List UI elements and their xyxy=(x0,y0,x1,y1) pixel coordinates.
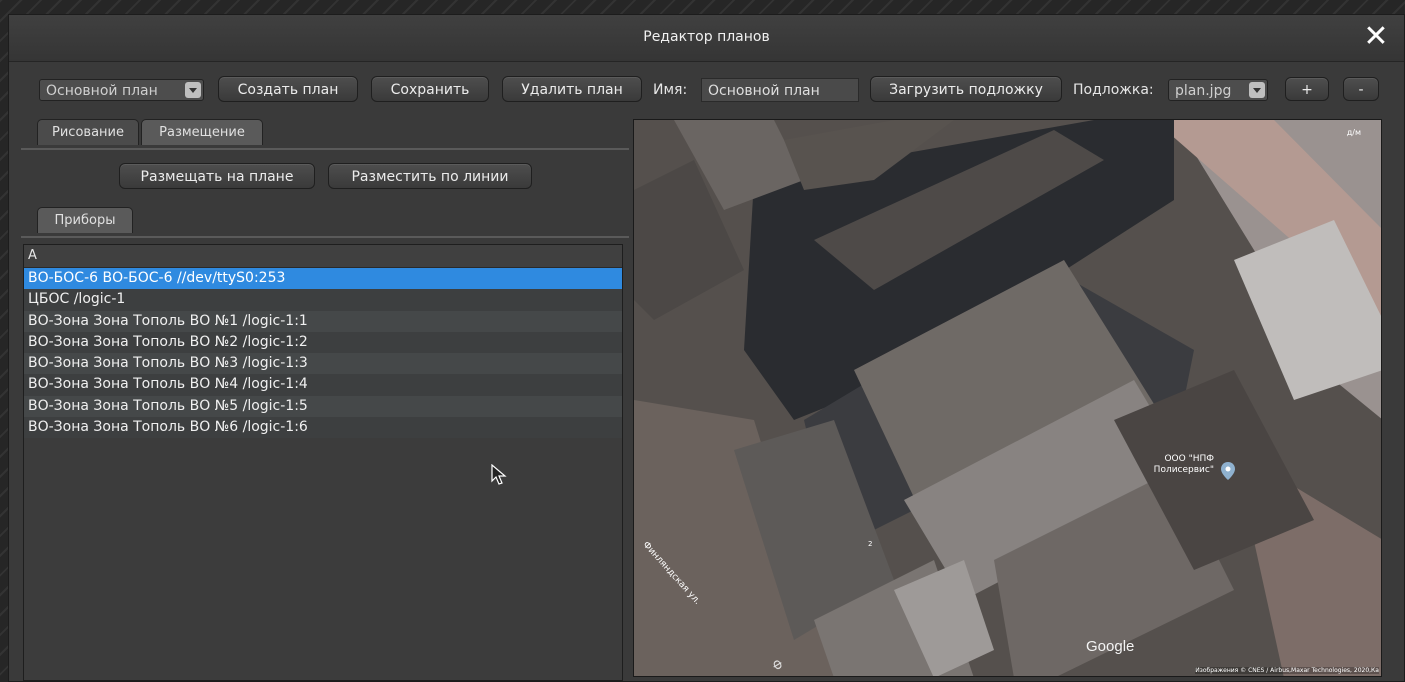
list-item[interactable]: ВО-Зона Зона Тополь ВО №3 /logic-1:3 xyxy=(24,353,622,375)
background-select[interactable]: plan.jpg xyxy=(1168,79,1268,101)
plan-select[interactable]: Основной план xyxy=(39,79,204,101)
place-on-plan-button[interactable]: Размещать на плане xyxy=(119,163,315,189)
poi-label-line: ООО "НПФ xyxy=(1164,454,1214,464)
poi-label: ООО "НПФ Полисервис" xyxy=(1134,454,1214,476)
map-number-label: 2 xyxy=(868,540,873,548)
list-item[interactable]: ВО-Зона Зона Тополь ВО №6 /logic-1:6 xyxy=(24,417,622,439)
list-column-header[interactable]: A xyxy=(24,245,622,268)
plan-canvas[interactable]: д/м ООО "НПФ Полисервис" Финляндская ул.… xyxy=(633,119,1382,677)
list-item[interactable]: ВО-Зона Зона Тополь ВО №4 /logic-1:4 xyxy=(24,374,622,396)
map-label: д/м xyxy=(1346,128,1361,137)
google-logo: Google xyxy=(1086,638,1135,655)
chevron-down-icon xyxy=(185,82,201,98)
tab-divider xyxy=(21,148,629,150)
save-button[interactable]: Сохранить xyxy=(371,76,489,102)
plan-select-value: Основной план xyxy=(46,83,158,99)
list-item[interactable]: ЦБОС /logic-1 xyxy=(24,289,622,311)
tab-devices[interactable]: Приборы xyxy=(37,207,133,233)
tab-placement[interactable]: Размещение xyxy=(141,119,263,145)
left-panel: Рисование Размещение Размещать на плане … xyxy=(21,119,629,681)
poi-label-line: Полисервис" xyxy=(1153,465,1214,475)
list-item[interactable]: ВО-БОС-6 ВО-БОС-6 //dev/ttyS0:253 xyxy=(24,268,622,290)
map-attribution: Изображения © CNES / Airbus,Maxar Techno… xyxy=(1195,667,1379,674)
plan-editor-window: Редактор планов ✕ Основной план Создать … xyxy=(8,14,1405,682)
window-title: Редактор планов xyxy=(643,29,770,45)
title-bar: Редактор планов ✕ xyxy=(9,15,1404,62)
tab-divider xyxy=(21,236,629,238)
satellite-background-image xyxy=(634,120,1381,676)
list-item[interactable]: ВО-Зона Зона Тополь ВО №2 /logic-1:2 xyxy=(24,331,622,354)
name-field[interactable]: Основной план xyxy=(701,78,859,102)
device-list: A ВО-БОС-6 ВО-БОС-6 //dev/ttyS0:253 ЦБОС… xyxy=(23,244,623,681)
zoom-in-button[interactable]: + xyxy=(1285,77,1329,101)
delete-plan-button[interactable]: Удалить план xyxy=(502,76,642,102)
load-background-button[interactable]: Загрузить подложку xyxy=(870,76,1062,102)
background-label: Подложка: xyxy=(1073,82,1154,98)
create-plan-button[interactable]: Создать план xyxy=(218,76,358,102)
zoom-out-button[interactable]: - xyxy=(1343,77,1379,101)
place-along-line-button[interactable]: Разместить по линии xyxy=(328,163,532,189)
close-icon[interactable]: ✕ xyxy=(1362,22,1390,52)
name-label: Имя: xyxy=(653,82,688,98)
tab-drawing[interactable]: Рисование xyxy=(37,119,139,145)
chevron-down-icon xyxy=(1249,82,1265,98)
mouse-cursor-icon xyxy=(491,464,507,485)
list-item[interactable]: ВО-Зона Зона Тополь ВО №1 /logic-1:1 xyxy=(24,310,622,332)
toolbar: Основной план Создать план Сохранить Уда… xyxy=(9,61,1404,111)
list-item[interactable]: ВО-Зона Зона Тополь ВО №5 /logic-1:5 xyxy=(24,395,622,418)
background-select-value: plan.jpg xyxy=(1175,83,1232,99)
